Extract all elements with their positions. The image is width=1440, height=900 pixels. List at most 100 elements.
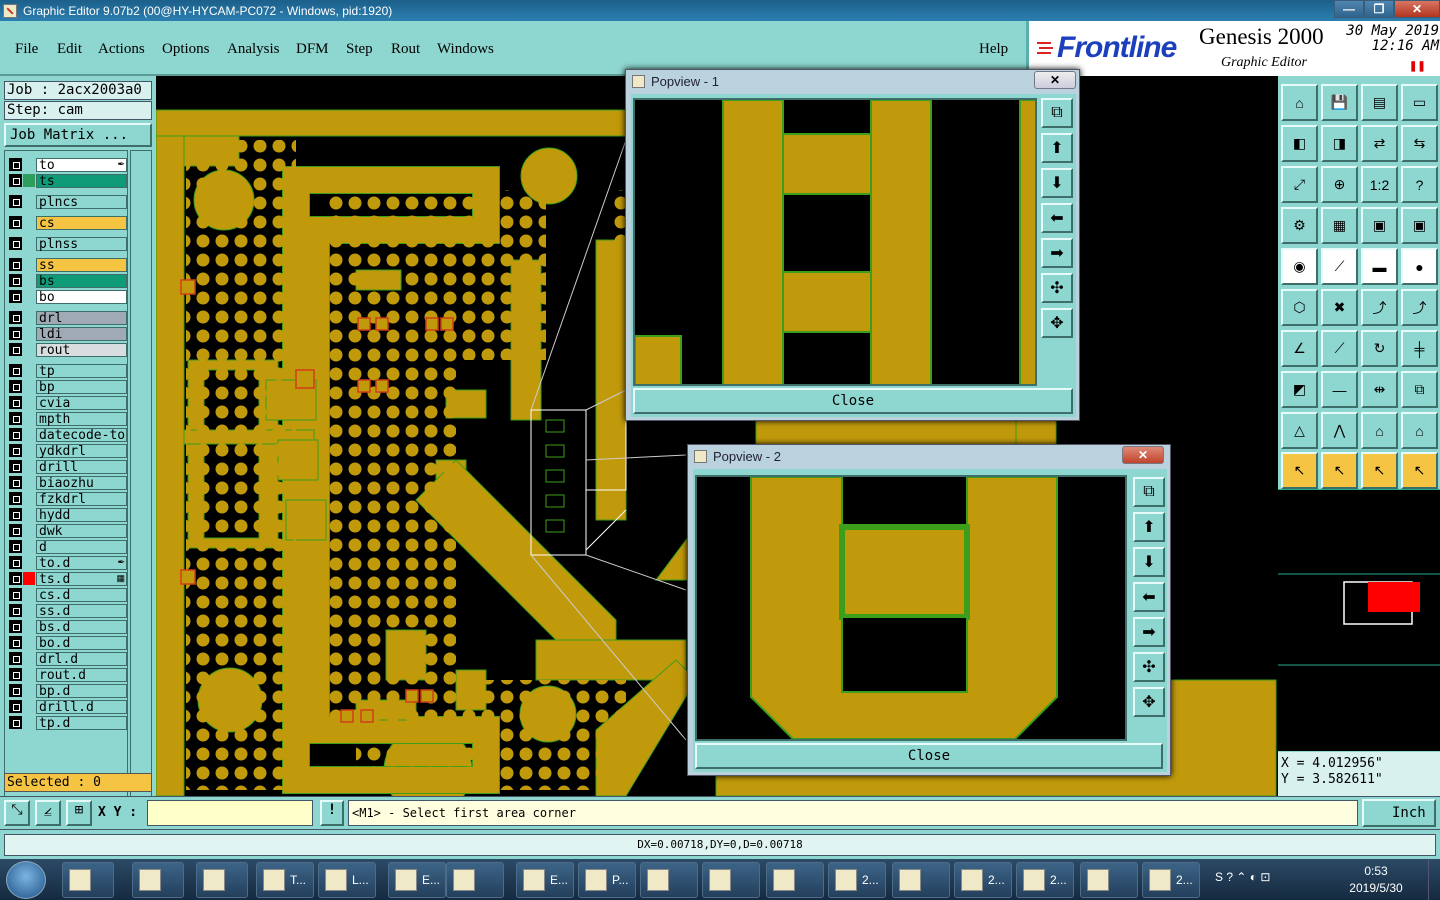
pointer-icon[interactable]: ↖: [1281, 452, 1318, 489]
layer-checkbox[interactable]: [9, 396, 22, 409]
layer-row[interactable]: bo: [7, 289, 127, 304]
layer-row[interactable]: fzkdrl: [7, 491, 127, 506]
layer-checkbox[interactable]: [9, 476, 22, 489]
layers-icon[interactable]: ▤: [1361, 84, 1398, 121]
undo-icon[interactable]: ◧: [1281, 125, 1318, 162]
menu-help[interactable]: Help: [979, 41, 1008, 58]
connect-icon[interactable]: ⤴: [1361, 289, 1398, 326]
line-icon[interactable]: ⟋: [1321, 248, 1358, 285]
units-dropdown[interactable]: Inch: [1362, 799, 1436, 827]
popview-1-viewport[interactable]: [633, 98, 1037, 386]
pointer-box-icon[interactable]: ↖: [1321, 452, 1358, 489]
layer-row[interactable]: d: [7, 539, 127, 554]
text-editor-taskbar-button[interactable]: L...: [318, 862, 376, 898]
measure2-icon[interactable]: ⧉: [1401, 371, 1438, 408]
layer-color-swatch[interactable]: [23, 540, 35, 553]
tray-icons[interactable]: S ? ⌃ ◐ ⊡: [1215, 870, 1270, 884]
layer-color-swatch[interactable]: [23, 700, 35, 713]
layer-name[interactable]: ss.d: [36, 603, 127, 618]
circle-icon[interactable]: ●: [1401, 248, 1438, 285]
pointer-circle-icon[interactable]: ↖: [1361, 452, 1398, 489]
layer-name[interactable]: to: [36, 157, 127, 172]
layer-name[interactable]: rout: [36, 342, 127, 357]
rotate-icon[interactable]: ↻: [1361, 330, 1398, 367]
layer-name[interactable]: ss: [36, 257, 127, 272]
popview-2-viewport[interactable]: [695, 475, 1127, 741]
layer-name[interactable]: mpth: [36, 411, 127, 426]
layer-row[interactable]: cvia: [7, 395, 127, 410]
layer-name[interactable]: tp: [36, 363, 127, 378]
layer-checkbox[interactable]: [9, 290, 22, 303]
layer-checkbox[interactable]: [9, 444, 22, 457]
close-window-button[interactable]: ✕: [1394, 0, 1440, 18]
layer-checkbox[interactable]: [9, 343, 22, 356]
layer-row[interactable]: rout: [7, 342, 127, 357]
layer-row[interactable]: cs.d: [7, 587, 127, 602]
layer-name[interactable]: dwk: [36, 523, 127, 538]
pad-icon[interactable]: ◉: [1281, 248, 1318, 285]
layer-name[interactable]: ts.d: [36, 571, 127, 586]
popview-2-close-x[interactable]: ✕: [1122, 446, 1164, 464]
popview-1-window[interactable]: Popview - 1 ✕ ⧉ ⬆ ⬇ ⬅ ➡ ✣ ✥ Close: [625, 69, 1080, 421]
popview-pan-right-icon[interactable]: ➡: [1133, 617, 1165, 647]
popview-pan-right-icon[interactable]: ➡: [1041, 238, 1073, 268]
triangle-icon[interactable]: △: [1281, 412, 1318, 449]
layer-row[interactable]: dwk: [7, 523, 127, 538]
layer-name[interactable]: ldi: [36, 326, 127, 341]
word-window-taskbar-button[interactable]: 2...: [1142, 862, 1200, 898]
layer-row[interactable]: drill.d: [7, 699, 127, 714]
pause-icon[interactable]: ❚❚: [1409, 61, 1426, 72]
layer-name[interactable]: bs: [36, 273, 127, 288]
layer-name[interactable]: d: [36, 539, 127, 554]
layer-color-swatch[interactable]: [23, 311, 35, 324]
layer-row[interactable]: drill: [7, 459, 127, 474]
layer-color-swatch[interactable]: [23, 620, 35, 633]
camera-app-taskbar-button[interactable]: [446, 862, 504, 898]
layer-color-swatch[interactable]: [23, 258, 35, 271]
layer-name[interactable]: bp.d: [36, 683, 127, 698]
save-icon[interactable]: 💾: [1321, 84, 1358, 121]
layer-checkbox[interactable]: [9, 652, 22, 665]
window-titlebar[interactable]: Graphic Editor 9.07b2 (00@HY-HYCAM-PC072…: [0, 0, 1440, 21]
layer-row[interactable]: cs: [7, 215, 127, 230]
genesis-window-taskbar-button[interactable]: E...: [516, 862, 574, 898]
menu-dfm[interactable]: DFM: [296, 41, 329, 58]
genesis-window-taskbar-button[interactable]: 2...: [828, 862, 886, 898]
layer-row[interactable]: mpth: [7, 411, 127, 426]
layer-name[interactable]: drl: [36, 310, 127, 325]
scale-icon[interactable]: 1:2: [1361, 166, 1398, 203]
layer-color-swatch[interactable]: [23, 652, 35, 665]
excel-window-taskbar-button[interactable]: [1080, 862, 1138, 898]
zoom-center-icon[interactable]: ⊕: [1321, 166, 1358, 203]
layer-row[interactable]: bs: [7, 273, 127, 288]
layer-color-swatch[interactable]: [23, 174, 35, 187]
layer-checkbox[interactable]: [9, 216, 22, 229]
frontline-app-taskbar-button[interactable]: E...: [388, 862, 446, 898]
layer-checkbox[interactable]: [9, 311, 22, 324]
restore-button[interactable]: ❐: [1364, 0, 1394, 18]
layer-name[interactable]: drl.d: [36, 651, 127, 666]
popview-1-close-x[interactable]: ✕: [1034, 71, 1076, 89]
snap-red2-icon[interactable]: ▣: [1401, 207, 1438, 244]
layer-name[interactable]: datecode-to: [36, 427, 127, 442]
redo-icon[interactable]: ◨: [1321, 125, 1358, 162]
zoom-fit-icon[interactable]: ⤢: [1281, 166, 1318, 203]
layer-row[interactable]: to ✒: [7, 157, 127, 172]
arch2-icon[interactable]: ⌂: [1401, 412, 1438, 449]
layer-color-swatch[interactable]: [23, 216, 35, 229]
start-button[interactable]: [6, 861, 46, 899]
pointer-route-icon[interactable]: ↖: [1401, 452, 1438, 489]
layer-row[interactable]: datecode-to: [7, 427, 127, 442]
shell-app-taskbar-button[interactable]: [196, 862, 248, 898]
layer-row[interactable]: bo.d: [7, 635, 127, 650]
diagonal-icon[interactable]: ⟋: [1321, 330, 1358, 367]
grid-icon[interactable]: ▦: [1321, 207, 1358, 244]
layer-checkbox[interactable]: [9, 174, 22, 187]
layer-name[interactable]: biaozhu: [36, 475, 127, 490]
popview-zoom-fit-icon[interactable]: ✣: [1041, 273, 1073, 303]
layer-row[interactable]: ts.d ▦: [7, 571, 127, 586]
popview-zoom-center-icon[interactable]: ✥: [1133, 687, 1165, 717]
layer-name[interactable]: fzkdrl: [36, 491, 127, 506]
layer-name[interactable]: cvia: [36, 395, 127, 410]
layer-name[interactable]: ydkdrl: [36, 443, 127, 458]
